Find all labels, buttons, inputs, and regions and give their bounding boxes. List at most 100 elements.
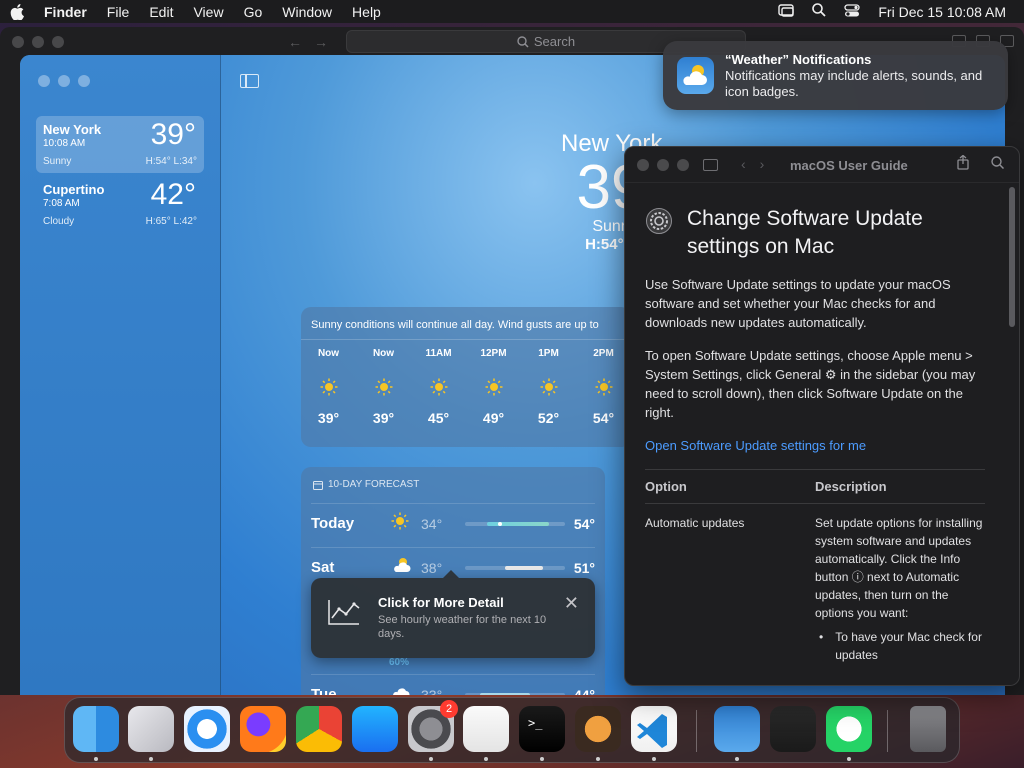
search-icon xyxy=(517,35,529,48)
spotlight-search-icon[interactable] xyxy=(812,3,827,20)
hour-temp: 39° xyxy=(317,410,340,426)
bullet-text: To have your Mac check for updates xyxy=(835,630,982,662)
precipitation-chance: 60% xyxy=(389,657,410,668)
weather-close-button[interactable] xyxy=(38,75,50,87)
dock: 2 >_ xyxy=(64,697,960,763)
dock-chrome-app[interactable] xyxy=(296,706,342,752)
menu-window[interactable]: Window xyxy=(272,4,342,20)
forecast-low: 33° xyxy=(421,686,443,696)
sun-icon xyxy=(391,512,421,535)
weather-zoom-button[interactable] xyxy=(78,75,90,87)
location-temp: 42° xyxy=(150,178,196,211)
hour-temp: 45° xyxy=(427,410,450,426)
dock-whatsapp-app[interactable] xyxy=(826,706,872,752)
forecast-day: Sat xyxy=(311,559,335,576)
menu-file[interactable]: File xyxy=(97,4,140,20)
screen-mirroring-icon[interactable] xyxy=(778,3,795,20)
dock-textedit-app[interactable] xyxy=(463,706,509,752)
dock-running-indicator xyxy=(540,757,544,761)
location-item-cupertino[interactable]: Cupertino 7:08 AM 42° Cloudy H:65° L:42° xyxy=(36,176,204,233)
hour-column: 1PM 52° xyxy=(521,348,576,426)
tooltip-subtitle: See hourly weather for the next 10 days. xyxy=(378,614,547,640)
chevron-right-icon[interactable]: › xyxy=(760,156,765,172)
dock-running-indicator xyxy=(735,757,739,761)
help-close-button[interactable] xyxy=(637,159,649,171)
location-high-low: H:54° L:34° xyxy=(145,156,197,167)
dock-finder-app[interactable] xyxy=(73,706,119,752)
help-paragraph-2: To open Software Update settings, choose… xyxy=(645,348,976,420)
hourly-forecast-panel[interactable]: Sunny conditions will continue all day. … xyxy=(301,307,631,447)
hour-label: Now xyxy=(372,348,395,359)
finder-zoom-button[interactable] xyxy=(52,36,64,48)
open-software-update-link[interactable]: Open Software Update settings for me xyxy=(645,438,985,453)
help-options-table: Option Description Automatic updates Set… xyxy=(645,469,985,674)
location-condition: Sunny xyxy=(43,156,72,167)
row-description: Set update options for installing system… xyxy=(815,516,983,620)
menu-go[interactable]: Go xyxy=(234,4,273,20)
forecast-row-today[interactable]: Today 34° 54° xyxy=(311,503,595,543)
calendar-icon xyxy=(313,480,323,490)
help-zoom-button[interactable] xyxy=(677,159,689,171)
help-paragraph-1: Use Software Update settings to update y… xyxy=(645,277,951,330)
menu-app-name[interactable]: Finder xyxy=(34,4,97,20)
dock-garageband-app[interactable] xyxy=(575,706,621,752)
forecast-header: 10-DAY FORECAST xyxy=(301,467,605,498)
help-heading: Change Software Update settings on Mac xyxy=(645,183,985,261)
tooltip-title: Click for More Detail xyxy=(378,595,504,610)
hour-label: 2PM xyxy=(593,348,614,359)
list-item: • To have your Mac check for updates xyxy=(815,628,985,664)
menu-edit[interactable]: Edit xyxy=(139,4,183,20)
dock-running-indicator xyxy=(652,757,656,761)
forecast-header-label: 10-DAY FORECAST xyxy=(328,479,420,490)
back-arrow-icon[interactable]: ← xyxy=(288,34,302,50)
finder-close-button[interactable] xyxy=(12,36,24,48)
apple-menu-icon[interactable] xyxy=(0,3,34,20)
chevron-left-icon[interactable]: ‹ xyxy=(741,156,746,172)
temperature-range-bar xyxy=(465,565,565,570)
dock-running-indicator xyxy=(149,757,153,761)
dock-weather-app[interactable] xyxy=(714,706,760,752)
dock-launchpad-app[interactable] xyxy=(128,706,174,752)
finder-minimize-button[interactable] xyxy=(32,36,44,48)
close-icon[interactable]: ✕ xyxy=(564,593,579,614)
dock-voice-memos-app[interactable] xyxy=(770,706,816,752)
forecast-day: Tue xyxy=(311,686,337,695)
menu-help[interactable]: Help xyxy=(342,4,391,20)
menu-clock[interactable]: Fri Dec 15 10:08 AM xyxy=(878,4,1006,20)
dock-vscode-app[interactable] xyxy=(631,706,677,752)
table-row: Automatic updates Set update options for… xyxy=(645,504,985,674)
share-icon[interactable] xyxy=(957,154,969,173)
forecast-row-tue[interactable]: Tue 33° 44° xyxy=(311,674,595,695)
weather-minimize-button[interactable] xyxy=(58,75,70,87)
more-detail-tooltip[interactable]: Click for More Detail See hourly weather… xyxy=(311,570,595,658)
forecast-high: 51° xyxy=(573,559,595,576)
forecast-low: 34° xyxy=(421,515,443,532)
dock-trash-app[interactable] xyxy=(910,706,946,752)
cloud-icon xyxy=(391,685,421,695)
dock-firefox-app[interactable] xyxy=(240,706,286,752)
hourly-row: Now 39° Now 39° 11AM 45° 12PM 49° 1PM 52° 2PM 54° xyxy=(301,340,631,426)
dock-safari-app[interactable] xyxy=(184,706,230,752)
help-toolbar: ‹ › macOS User Guide xyxy=(625,147,1019,183)
weather-notification[interactable]: “Weather” Notifications Notifications ma… xyxy=(663,41,1008,110)
dock-system-settings-app[interactable]: 2 xyxy=(408,700,458,752)
sidebar-toggle-icon[interactable] xyxy=(240,74,259,88)
temperature-range-bar xyxy=(465,692,565,695)
dock-app-store-app[interactable] xyxy=(352,706,398,752)
help-search-icon[interactable] xyxy=(991,156,1005,174)
system-settings-gear-icon xyxy=(645,207,673,261)
sun-icon xyxy=(375,378,393,410)
forward-arrow-icon[interactable]: → xyxy=(314,34,328,50)
row-description-cell: Set update options for installing system… xyxy=(815,514,985,664)
finder-traffic-lights xyxy=(0,36,64,48)
control-center-icon[interactable] xyxy=(844,3,861,20)
help-minimize-button[interactable] xyxy=(657,159,669,171)
dock-running-indicator xyxy=(94,757,98,761)
location-item-new-york[interactable]: New York 10:08 AM 39° Sunny H:54° L:34° xyxy=(36,116,204,173)
help-sidebar-icon[interactable] xyxy=(703,159,718,171)
dock-separator xyxy=(887,710,888,752)
dock-terminal-app[interactable]: >_ xyxy=(519,706,565,752)
help-scrollbar[interactable] xyxy=(1009,187,1015,327)
terminal-prompt-icon: >_ xyxy=(528,716,543,730)
menu-view[interactable]: View xyxy=(183,4,233,20)
